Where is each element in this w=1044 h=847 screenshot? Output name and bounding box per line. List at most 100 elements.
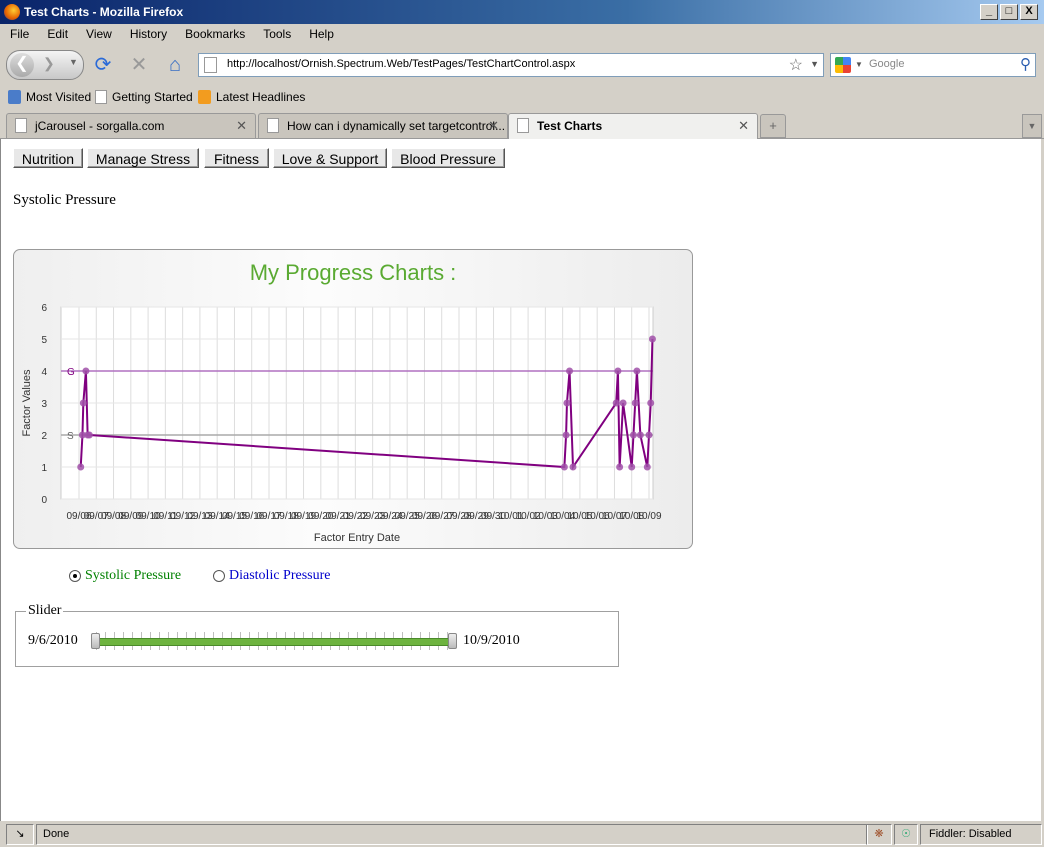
tab-label: jCarousel - sorgalla.com [35,119,165,133]
y-tick-label: 4 [41,367,47,378]
page-heading: Systolic Pressure [13,192,116,208]
start-line-label: S [67,431,74,442]
menu-history[interactable]: History [120,24,175,44]
nutrition-button[interactable]: Nutrition [13,148,83,168]
bookmark-latest-headlines[interactable]: Latest Headlines [198,90,305,104]
blood-pressure-button[interactable]: Blood Pressure [391,148,505,168]
back-icon[interactable]: ❮ [10,53,34,77]
status-bar: ↘ Done ❋ ☉ Fiddler: Disabled [0,822,1044,847]
slider-fieldset: Slider 9/6/2010 10/9/2010 [15,603,619,667]
minimize-button[interactable]: _ [980,4,998,20]
tab-list-dropdown-icon[interactable]: ▼ [1022,114,1042,138]
fiddler-status[interactable]: Fiddler: Disabled [920,824,1042,845]
data-point [82,367,90,375]
most-visited-icon [8,90,21,104]
data-point [616,463,624,471]
search-bar[interactable]: ▼ Google ⚲ [830,53,1036,77]
manage-stress-button[interactable]: Manage Stress [87,148,199,168]
slider-from-date: 9/6/2010 [28,633,78,648]
progress-chart: 0 1 2 3 4 5 6 G S 09/06 09/07 09/08 09/09 09/10 09/11 0… [13,249,693,549]
menu-tools[interactable]: Tools [253,24,299,44]
data-point [77,463,85,471]
y-tick-label: 0 [41,495,47,506]
menu-file[interactable]: File [0,24,37,44]
window-titlebar: Test Charts - Mozilla Firefox _ □ X [0,0,1044,24]
bookmark-getting-started[interactable]: Getting Started [95,90,193,104]
status-text: Done [36,824,868,845]
url-bar[interactable]: http://localhost/Ornish.Spectrum.Web/Tes… [198,53,824,77]
bookmark-label: Getting Started [112,90,193,104]
data-point [562,431,570,439]
data-point [569,463,577,471]
bookmarks-toolbar: Most Visited Getting Started Latest Head… [0,86,1044,108]
addon-globe-icon[interactable]: ☉ [894,824,918,845]
firebug-icon[interactable]: ❋ [866,824,892,845]
diastolic-radio-option[interactable]: Diastolic Pressure [213,568,330,584]
page-icon [267,118,279,133]
menu-bookmarks[interactable]: Bookmarks [175,24,253,44]
bookmark-label: Latest Headlines [216,90,306,104]
tab-jcarousel[interactable]: jCarousel - sorgalla.com ✕ [6,113,256,138]
bookmark-label: Most Visited [26,90,92,104]
history-dropdown-icon[interactable]: ▼ [69,57,78,67]
data-point [636,431,644,439]
search-input[interactable]: Google [869,58,904,70]
page-icon [204,57,217,73]
slider-start-handle[interactable] [91,633,100,649]
back-forward-group: ❮ ❯ ▼ [6,50,84,80]
data-point [619,399,627,407]
page-icon [95,90,107,104]
new-tab-icon[interactable]: + [760,114,786,138]
data-point [85,431,93,439]
menu-edit[interactable]: Edit [37,24,76,44]
data-point [614,367,622,375]
love-support-button[interactable]: Love & Support [273,148,387,168]
rss-feed-icon [198,90,211,104]
data-point [612,399,620,407]
y-axis-label: Factor Values [21,369,33,437]
tab-stackoverflow[interactable]: How can i dynamically set targetcontrol.… [258,113,508,138]
google-engine-icon[interactable] [835,57,851,73]
systolic-radio[interactable] [69,570,81,582]
slider-to-date: 10/9/2010 [463,633,520,648]
menu-help[interactable]: Help [299,24,342,44]
close-button[interactable]: X [1020,4,1038,20]
tab-label: How can i dynamically set targetcontrol.… [287,119,506,133]
fitness-button[interactable]: Fitness [204,148,269,168]
y-tick-label: 1 [41,463,47,474]
data-point [560,463,568,471]
bookmark-most-visited[interactable]: Most Visited [8,90,91,104]
tab-close-icon[interactable]: ✕ [236,118,247,134]
page-icon [15,118,27,133]
navigation-toolbar: ❮ ❯ ▼ ⟳ ✕ ⌂ http://localhost/Ornish.Spec… [0,46,1044,84]
tab-label: Test Charts [537,119,603,133]
x-tick-label: 10/09 [636,511,661,522]
bookmark-star-icon[interactable]: ☆ [789,55,803,75]
diastolic-radio-label[interactable]: Diastolic Pressure [229,568,330,584]
x-axis-label: Factor Entry Date [314,532,400,544]
tab-close-icon[interactable]: ✕ [488,118,499,134]
tab-test-charts[interactable]: Test Charts ✕ [508,113,758,139]
url-dropdown-icon[interactable]: ▼ [810,59,819,69]
data-point [631,399,639,407]
diastolic-radio[interactable] [213,570,225,582]
reload-icon[interactable]: ⟳ [92,54,114,76]
slider-range-track[interactable] [96,638,454,646]
maximize-button[interactable]: □ [1000,4,1018,20]
systolic-radio-option[interactable]: Systolic Pressure [69,568,181,584]
url-text: http://localhost/Ornish.Spectrum.Web/Tes… [227,58,576,70]
home-icon[interactable]: ⌂ [164,54,186,76]
goal-line-label: G [67,367,75,378]
data-point [643,463,651,471]
stop-icon[interactable]: ✕ [128,54,150,76]
forward-icon[interactable]: ❯ [43,55,55,72]
data-point [563,399,571,407]
engine-dropdown-icon[interactable]: ▼ [855,60,863,69]
data-point [647,399,655,407]
tab-close-icon[interactable]: ✕ [738,118,749,134]
y-tick-label: 3 [41,399,47,410]
search-icon[interactable]: ⚲ [1020,55,1031,73]
slider-end-handle[interactable] [448,633,457,649]
menu-view[interactable]: View [76,24,120,44]
systolic-radio-label[interactable]: Systolic Pressure [85,568,181,584]
